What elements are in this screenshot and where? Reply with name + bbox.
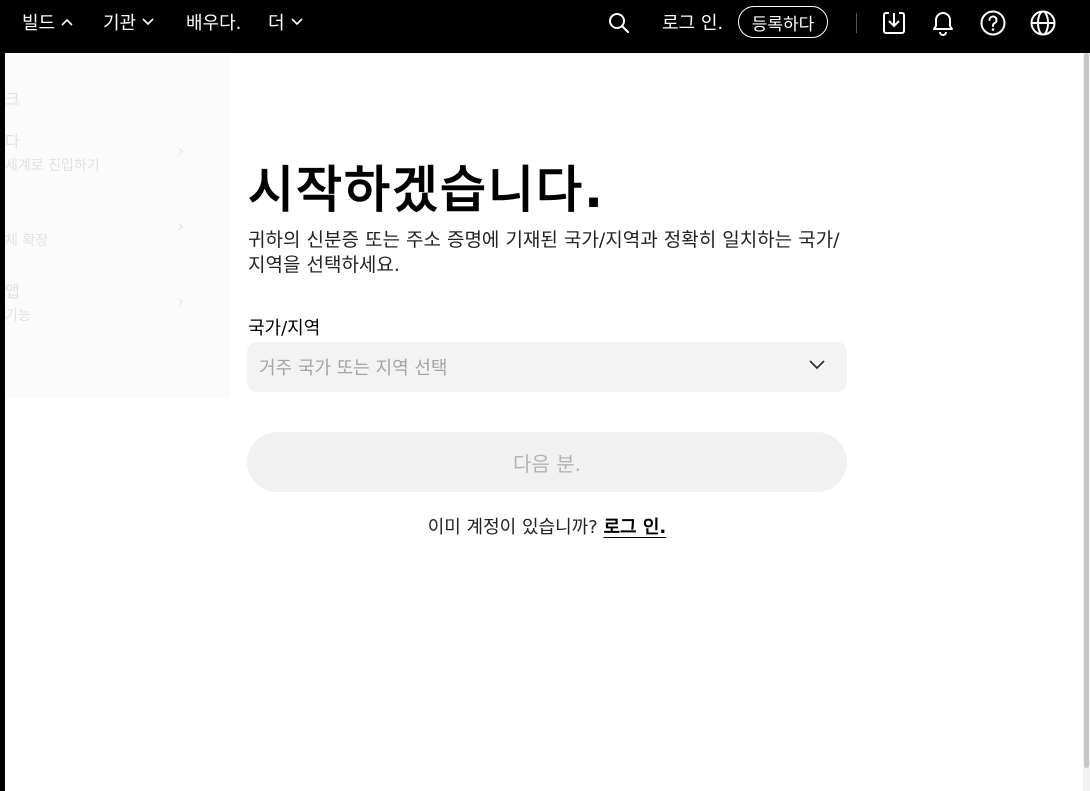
background-menu-item: 크 [5,90,20,109]
login-link-bottom[interactable]: 로그 인. [603,517,666,538]
nav-more-label: 더 [268,13,285,34]
country-field-label: 국가/지역 [248,318,321,339]
background-menu-item: 기능 [5,308,31,324]
next-button[interactable]: 다음 분. [247,432,847,492]
background-menu-item: 체 확장 [5,233,49,249]
chevron-down-icon [809,360,825,370]
country-select[interactable]: 거주 국가 또는 지역 선택 [247,342,847,392]
login-label: 로그 인. [662,13,724,34]
nav-learn-label: 배우다. [186,13,242,34]
help-icon[interactable] [979,9,1007,37]
download-icon[interactable] [880,9,908,37]
background-menu-item: 앱 [5,282,20,301]
scrollbar-thumb[interactable] [1084,53,1089,768]
login-link[interactable]: 로그 인. [662,10,723,34]
nav-build-label: 빌드 [22,13,56,34]
divider [856,13,857,33]
vertical-scrollbar[interactable] [1083,53,1090,791]
country-select-placeholder: 거주 국가 또는 지역 선택 [259,358,448,379]
nav-organization-label: 기관 [103,13,137,34]
chevron-down-icon [290,18,303,26]
nav-more-menu[interactable]: 더 [268,10,303,34]
bell-icon[interactable] [929,9,957,37]
have-account-text: 이미 계정이 있습니까? [427,517,598,538]
chevron-up-icon [61,18,73,26]
signup-button[interactable]: 등록하다 [738,6,828,38]
existing-account-line: 이미 계정이 있습니까? 로그 인. [0,513,1090,539]
background-menu-item: 세계로 진입하기 [5,158,100,174]
nav-organization-menu[interactable]: 기관 [103,10,154,34]
search-icon[interactable] [605,9,633,37]
chevron-right-icon: › [177,291,185,312]
nav-build-menu[interactable]: 빌드 [22,10,73,34]
top-navigation-bar: 빌드 기관 배우다. 더 로그 인. 등록하다 [0,0,1090,53]
nav-learn-link[interactable]: 배우다. [186,10,241,34]
chevron-down-icon [142,18,154,26]
background-menu-panel: 크 다 세계로 진입하기 › 체 확장 › 앱 기능 › [5,53,230,398]
chevron-right-icon: › [177,141,185,162]
page-subtitle: 귀하의 신분증 또는 주소 증명에 기재된 국가/지역과 정확히 일치하는 국가… [248,229,840,276]
globe-icon[interactable] [1029,9,1057,37]
chevron-right-icon: › [177,216,185,237]
page-title: 시작하겠습니다. [248,161,605,219]
background-menu-item: 다 [5,132,20,151]
